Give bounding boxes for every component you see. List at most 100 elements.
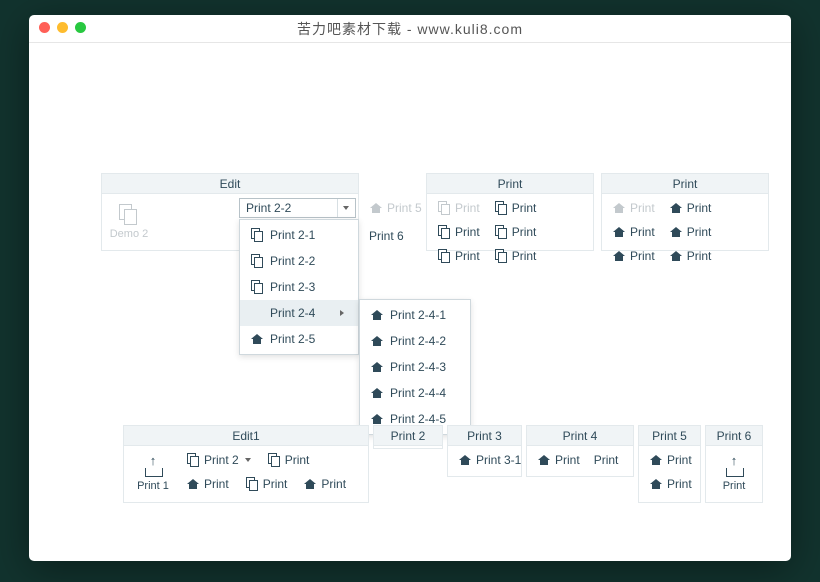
canvas: Edit Demo 2 Print 2-2 Print 5 Print 6: [29, 43, 791, 561]
dropdown-item[interactable]: Print 2-1: [240, 222, 358, 248]
submenu-item[interactable]: Print 2-4-2: [360, 328, 470, 354]
print1-big-button[interactable]: Print 1: [130, 450, 176, 498]
submenu-item[interactable]: Print 2-4-3: [360, 354, 470, 380]
home-icon: [458, 453, 472, 467]
dropdown-item[interactable]: Print 2-2: [240, 248, 358, 274]
print-button[interactable]: Print: [182, 474, 233, 494]
paste-icon: [437, 249, 451, 263]
group-print5: Print 5 Print Print: [638, 425, 701, 503]
group-header: Print 6: [706, 426, 762, 446]
dropdown-item[interactable]: Print 2-5: [240, 326, 358, 352]
close-icon[interactable]: [39, 22, 50, 33]
group-print3: Print 3 Print 3-1: [447, 425, 522, 477]
home-icon: [186, 477, 200, 491]
window-controls: [39, 22, 86, 33]
print-button[interactable]: Print: [608, 246, 659, 266]
print5-a-button[interactable]: Print: [645, 450, 696, 470]
submenu-item[interactable]: Print 2-4-1: [360, 302, 470, 328]
paste-icon: [267, 453, 281, 467]
group-header: Print 5: [639, 426, 700, 446]
home-icon: [369, 201, 383, 215]
home-icon: [649, 453, 663, 467]
print2-combobox[interactable]: Print 2-2: [239, 198, 356, 218]
home-icon: [612, 249, 626, 263]
home-icon: [649, 477, 663, 491]
print2-4-submenu: Print 2-4-1Print 2-4-2Print 2-4-3Print 2…: [359, 299, 471, 435]
print4-a-button[interactable]: Print: [533, 450, 584, 470]
group-header: Edit: [102, 174, 358, 194]
print2-dropdown: Print 2-1Print 2-2Print 2-3Print 2-4Prin…: [239, 219, 359, 355]
group-header: Print: [427, 174, 593, 194]
home-icon: [303, 477, 317, 491]
paste-icon: [494, 225, 508, 239]
print2-split-button[interactable]: Print 2: [182, 450, 255, 470]
print-button[interactable]: Print: [665, 198, 716, 218]
print-button[interactable]: Print: [299, 474, 350, 494]
print6-big-button[interactable]: Print: [712, 450, 756, 498]
print4-b-button[interactable]: Print: [590, 450, 623, 470]
group-print6: Print 6 Print: [705, 425, 763, 503]
group-header: Print: [602, 174, 768, 194]
home-icon: [370, 360, 384, 374]
home-icon: [537, 453, 551, 467]
group-header: Edit1: [124, 426, 368, 446]
paste-icon: [245, 477, 259, 491]
print-button[interactable]: Print: [608, 222, 659, 242]
group-header: Print 4: [527, 426, 633, 446]
home-icon: [370, 308, 384, 322]
paste-icon: [494, 201, 508, 215]
group-print4: Print 4 Print Print: [526, 425, 634, 477]
maximize-icon[interactable]: [75, 22, 86, 33]
submenu-item[interactable]: Print 2-4-4: [360, 380, 470, 406]
home-icon: [669, 201, 683, 215]
paste-icon: [437, 225, 451, 239]
paste-icon: [250, 280, 264, 294]
home-icon: [612, 225, 626, 239]
paste-icon: [494, 249, 508, 263]
chevron-down-icon: [245, 458, 251, 462]
minimize-icon[interactable]: [57, 22, 68, 33]
print-button[interactable]: Print: [490, 222, 541, 242]
group-print2: Print 2: [373, 425, 443, 449]
dropdown-item[interactable]: Print 2-4: [240, 300, 358, 326]
upload-icon: [142, 456, 164, 478]
combobox-value: Print 2-2: [246, 201, 291, 215]
group-edit1: Edit1 Print 1 Print 2 Print Print Print Prin…: [123, 425, 369, 503]
home-icon: [250, 332, 264, 346]
print3-1-button[interactable]: Print 3-1: [454, 450, 525, 470]
print-button[interactable]: Print: [490, 198, 541, 218]
upload-icon: [723, 456, 745, 478]
print-button[interactable]: Print: [490, 246, 541, 266]
paste-icon: [250, 228, 264, 242]
print-button: Print: [433, 198, 484, 218]
home-icon: [370, 386, 384, 400]
home-icon: [370, 412, 384, 426]
home-icon: [370, 334, 384, 348]
paste-icon: [118, 204, 140, 226]
print-button[interactable]: Print: [665, 246, 716, 266]
home-icon: [669, 249, 683, 263]
chevron-down-icon: [343, 206, 349, 210]
print-button[interactable]: Print: [665, 222, 716, 242]
combobox-toggle[interactable]: [337, 199, 351, 217]
print-button[interactable]: Print: [433, 246, 484, 266]
group-header: Print 2: [374, 426, 442, 446]
home-icon: [669, 225, 683, 239]
window-title: 苦力吧素材下载 - www.kuli8.com: [29, 19, 791, 39]
print-button[interactable]: Print: [241, 474, 292, 494]
group-print-b: Print PrintPrintPrintPrintPrintPrint: [601, 173, 769, 251]
print-button[interactable]: Print: [263, 450, 314, 470]
print5-button: Print 5: [365, 198, 426, 218]
print5-b-button[interactable]: Print: [645, 474, 696, 494]
paste-icon: [437, 201, 451, 215]
print-button[interactable]: Print: [433, 222, 484, 242]
dropdown-item[interactable]: Print 2-3: [240, 274, 358, 300]
group-print-a: Print PrintPrintPrintPrintPrintPrint: [426, 173, 594, 251]
print6-button[interactable]: Print 6: [365, 226, 426, 246]
home-icon: [612, 201, 626, 215]
print-button: Print: [608, 198, 659, 218]
chevron-right-icon: [340, 310, 344, 316]
paste-icon: [250, 254, 264, 268]
titlebar: 苦力吧素材下载 - www.kuli8.com: [29, 15, 791, 43]
demo2-button: Demo 2: [106, 198, 152, 246]
